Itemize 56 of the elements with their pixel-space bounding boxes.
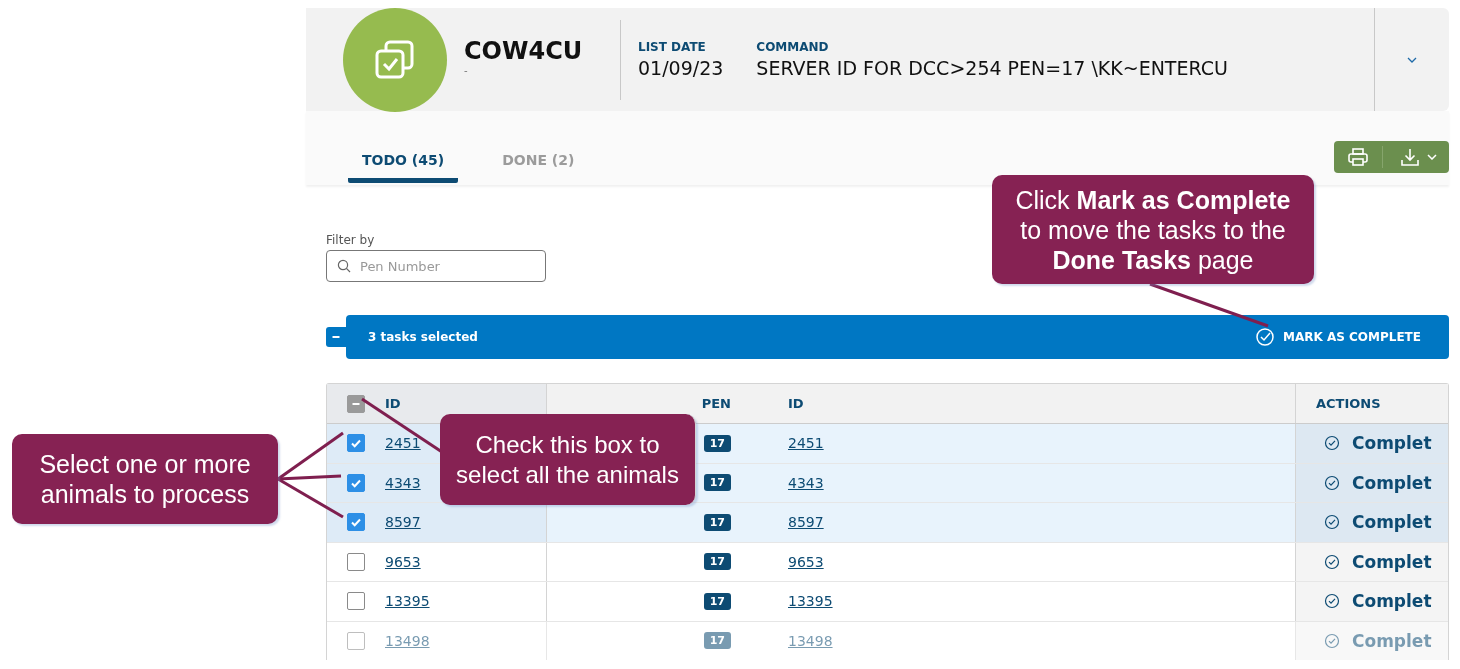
field-label: COMMAND (756, 40, 830, 54)
field-value: 01/09/23 (638, 57, 724, 79)
column-header: PEN (701, 396, 731, 411)
checkbox[interactable] (347, 473, 365, 492)
checkbox[interactable] (347, 513, 365, 532)
checkbox[interactable] (347, 434, 365, 453)
check-circle-icon (1324, 632, 1340, 649)
checkbox[interactable] (347, 592, 365, 611)
id-link[interactable]: 9653 (788, 553, 824, 570)
list-title: COW4CU (464, 37, 584, 65)
id-link[interactable]: 8597 (385, 514, 421, 531)
checkbox[interactable] (347, 394, 365, 413)
checkbox[interactable] (347, 631, 365, 650)
column-header: ID (788, 396, 804, 411)
check-icon (350, 516, 362, 529)
tab[interactable]: TODO (45) (348, 149, 459, 183)
filter-label: Filter by (326, 233, 375, 247)
deselect-button[interactable] (326, 327, 346, 347)
check-circle-icon (1324, 593, 1340, 610)
check-icon (350, 437, 362, 450)
pen-badge: 17 (703, 513, 731, 531)
callout: Click Mark as Complete to move the tasks to the Done Tasks page (992, 175, 1314, 284)
caret-icon (1427, 154, 1437, 160)
mark-complete-button[interactable]: MARK AS COMPLETE (1248, 327, 1427, 347)
pen-badge: 17 (703, 592, 731, 610)
selected-count: 3 tasks selected (368, 330, 478, 344)
field-value: SERVER ID FOR DCC>254 PEN=17 \KK~ENTERCU (756, 57, 1228, 79)
search-field[interactable]: Pen Number (326, 250, 546, 282)
column-header: ID (385, 396, 401, 411)
list-subtitle: - (464, 65, 469, 76)
download-icon (1401, 148, 1419, 166)
id-link[interactable]: 9653 (385, 553, 421, 570)
check-circle-icon (1324, 474, 1340, 491)
pen-badge: 17 (703, 474, 731, 492)
check-circle-icon (1324, 514, 1340, 531)
callout: Check this box to select all the animals (440, 414, 696, 505)
search-icon (337, 259, 351, 273)
check-circle-icon (1324, 553, 1340, 570)
pen-badge: 17 (703, 434, 731, 452)
id-link[interactable]: 2451 (788, 435, 824, 452)
id-link[interactable]: 4343 (385, 474, 421, 491)
check-circle-icon (1254, 327, 1275, 347)
pen-badge: 17 (703, 553, 731, 571)
pen-badge: 17 (703, 632, 731, 650)
id-link[interactable]: 13395 (385, 593, 430, 610)
check-circle-icon (1324, 435, 1340, 452)
id-link[interactable]: 13395 (788, 593, 833, 610)
id-link[interactable]: 4343 (788, 474, 824, 491)
chevron-down-icon (1407, 56, 1417, 63)
field-label: LIST DATE (638, 40, 707, 54)
id-link[interactable]: 8597 (788, 514, 824, 531)
id-link[interactable]: 2451 (385, 435, 421, 452)
checkbox[interactable] (347, 552, 365, 571)
column-header: ACTIONS (1316, 396, 1381, 411)
printer-icon (1348, 148, 1368, 166)
callout: Select one or more animals to process (12, 434, 278, 524)
